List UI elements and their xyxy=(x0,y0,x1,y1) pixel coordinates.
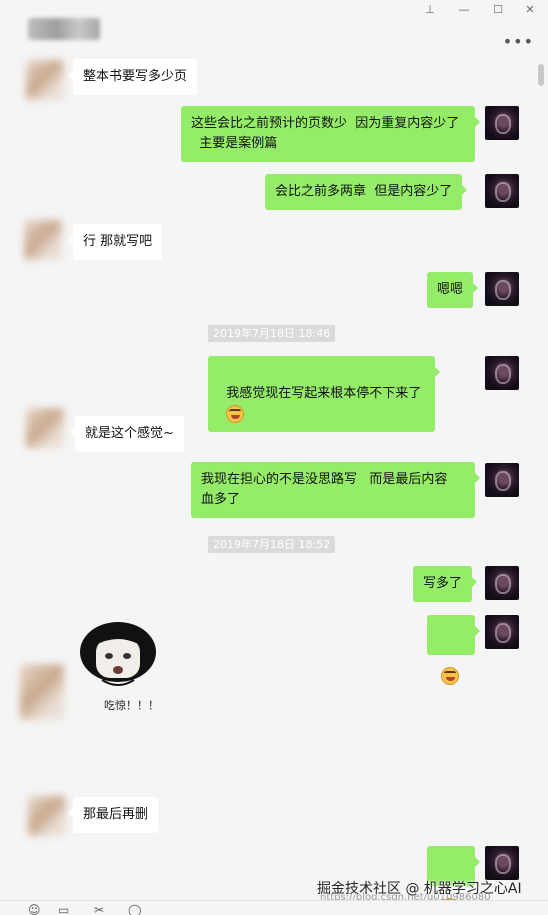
avatar[interactable] xyxy=(485,566,519,600)
scissors-icon[interactable]: ✂ xyxy=(94,904,104,915)
timestamp: 2019年7月18日 18:52 xyxy=(208,536,336,553)
avatar[interactable] xyxy=(485,463,519,497)
avatar[interactable] xyxy=(485,106,519,140)
message-bubble-self: 这些会比之前预计的页数少 因为重复内容少了 主要是案例篇 xyxy=(181,106,480,162)
message-bubble-self: 我感觉现在写起来根本停不下来了 xyxy=(208,356,441,432)
pin-icon[interactable]: ⊥ xyxy=(418,2,442,18)
avatar[interactable] xyxy=(26,408,64,448)
avatar[interactable] xyxy=(24,220,62,260)
minimize-icon[interactable]: — xyxy=(452,2,476,18)
contact-name-blurred xyxy=(28,18,100,40)
maximize-icon[interactable]: ☐ xyxy=(486,2,510,18)
avatar[interactable] xyxy=(485,846,519,880)
message-text: 我感觉现在写起来根本停不下来了 xyxy=(226,386,426,401)
close-icon[interactable]: ✕ xyxy=(518,2,542,18)
message-bubble-self: 我现在担心的不是没思路写 而是最后内容 血多了 xyxy=(191,462,480,518)
input-toolbar: ☺ ▭ ✂ ◯ xyxy=(0,900,548,915)
message-bubble-self: 嗯嗯 xyxy=(427,272,479,308)
avatar[interactable] xyxy=(28,796,66,836)
message-bubble-other: 就是这个感觉~ xyxy=(70,416,184,452)
message-bubble-other: 行 那就写吧 xyxy=(67,224,163,260)
avatar[interactable] xyxy=(485,356,519,390)
surprised-face-sticker[interactable] xyxy=(76,618,160,690)
avatar[interactable] xyxy=(26,60,64,100)
watermark: 掘金技术社区 @ 机器学习之心AI xyxy=(317,881,522,897)
message-bubble-self: 写多了 xyxy=(413,566,478,602)
message-bubble-other: 整本书要写多少页 xyxy=(67,59,198,95)
title-bar: ⊥ — ☐ ✕ ••• xyxy=(0,0,548,62)
avatar[interactable] xyxy=(485,174,519,208)
timestamp: 2019年7月18日 18:46 xyxy=(208,325,336,342)
avatar[interactable] xyxy=(20,664,64,720)
emoji-icon[interactable]: ☺ xyxy=(28,904,41,915)
avatar[interactable] xyxy=(485,272,519,306)
message-bubble-self xyxy=(427,615,480,685)
folder-icon[interactable]: ▭ xyxy=(58,904,69,915)
chat-history-icon[interactable]: ◯ xyxy=(128,904,141,915)
message-bubble-self: 会比之前多两章 但是内容少了 xyxy=(265,174,468,210)
scrollbar[interactable] xyxy=(538,64,544,86)
sticker-caption: 吃惊！！！ xyxy=(104,699,159,712)
laughing-emoji-icon xyxy=(226,404,245,423)
avatar[interactable] xyxy=(485,615,519,649)
laughing-emoji-icon xyxy=(441,666,459,685)
more-options-icon[interactable]: ••• xyxy=(503,32,534,51)
message-bubble-other: 那最后再删 xyxy=(67,797,159,833)
